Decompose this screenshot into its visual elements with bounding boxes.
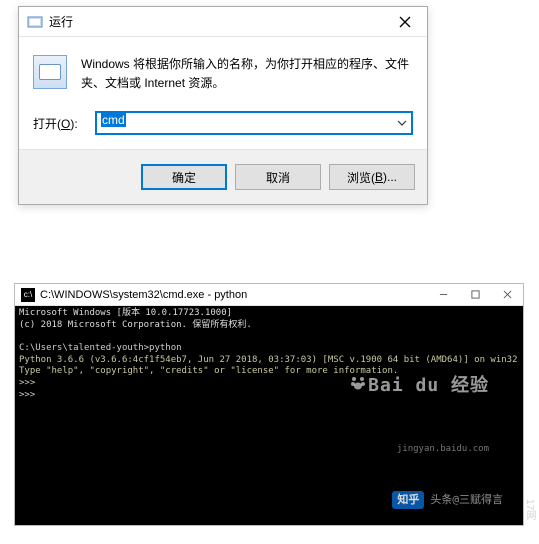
run-footer: 确定 取消 浏览(B)...	[19, 149, 427, 204]
run-program-icon	[33, 55, 67, 89]
run-body: Windows 将根据你所输入的名称，为你打开相应的程序、文件夹、文档或 Int…	[19, 37, 427, 149]
close-icon	[503, 290, 512, 299]
run-title: 运行	[49, 13, 382, 30]
console-output[interactable]: Microsoft Windows [版本 10.0.17723.1000] (…	[15, 306, 523, 525]
close-icon	[399, 16, 411, 28]
minimize-icon	[439, 290, 448, 299]
chevron-down-icon[interactable]	[394, 114, 410, 132]
close-button[interactable]	[382, 7, 427, 37]
open-input[interactable]: cmd	[95, 111, 413, 135]
open-label: 打开(O):	[33, 115, 87, 132]
baidu-watermark: Bai du 经验 jingyan.baidu.com	[255, 327, 489, 479]
console-window: c:\ C:\WINDOWS\system32\cmd.exe - python…	[14, 283, 524, 526]
zhihu-watermark: 知乎 头条@三赋得言	[392, 491, 503, 509]
maximize-button[interactable]	[459, 284, 491, 306]
console-titlebar[interactable]: c:\ C:\WINDOWS\system32\cmd.exe - python	[15, 284, 523, 306]
minimize-button[interactable]	[427, 284, 459, 306]
paw-icon	[350, 375, 366, 391]
run-description: Windows 将根据你所输入的名称，为你打开相应的程序、文件夹、文档或 Int…	[81, 55, 413, 93]
side-watermark: 17网	[522, 499, 537, 520]
open-combobox[interactable]: cmd	[95, 111, 413, 135]
console-close-button[interactable]	[491, 284, 523, 306]
zhihu-logo-icon: 知乎	[392, 491, 424, 509]
run-titlebar[interactable]: 运行	[19, 7, 427, 37]
cancel-button[interactable]: 取消	[235, 164, 321, 190]
maximize-icon	[471, 290, 480, 299]
ok-button[interactable]: 确定	[141, 164, 227, 190]
cmd-icon: c:\	[21, 288, 35, 302]
run-dialog: 运行 Windows 将根据你所输入的名称，为你打开相应的程序、文件夹、文档或 …	[18, 6, 428, 205]
run-app-icon	[27, 14, 43, 30]
console-title: C:\WINDOWS\system32\cmd.exe - python	[40, 289, 427, 301]
browse-button[interactable]: 浏览(B)...	[329, 164, 415, 190]
